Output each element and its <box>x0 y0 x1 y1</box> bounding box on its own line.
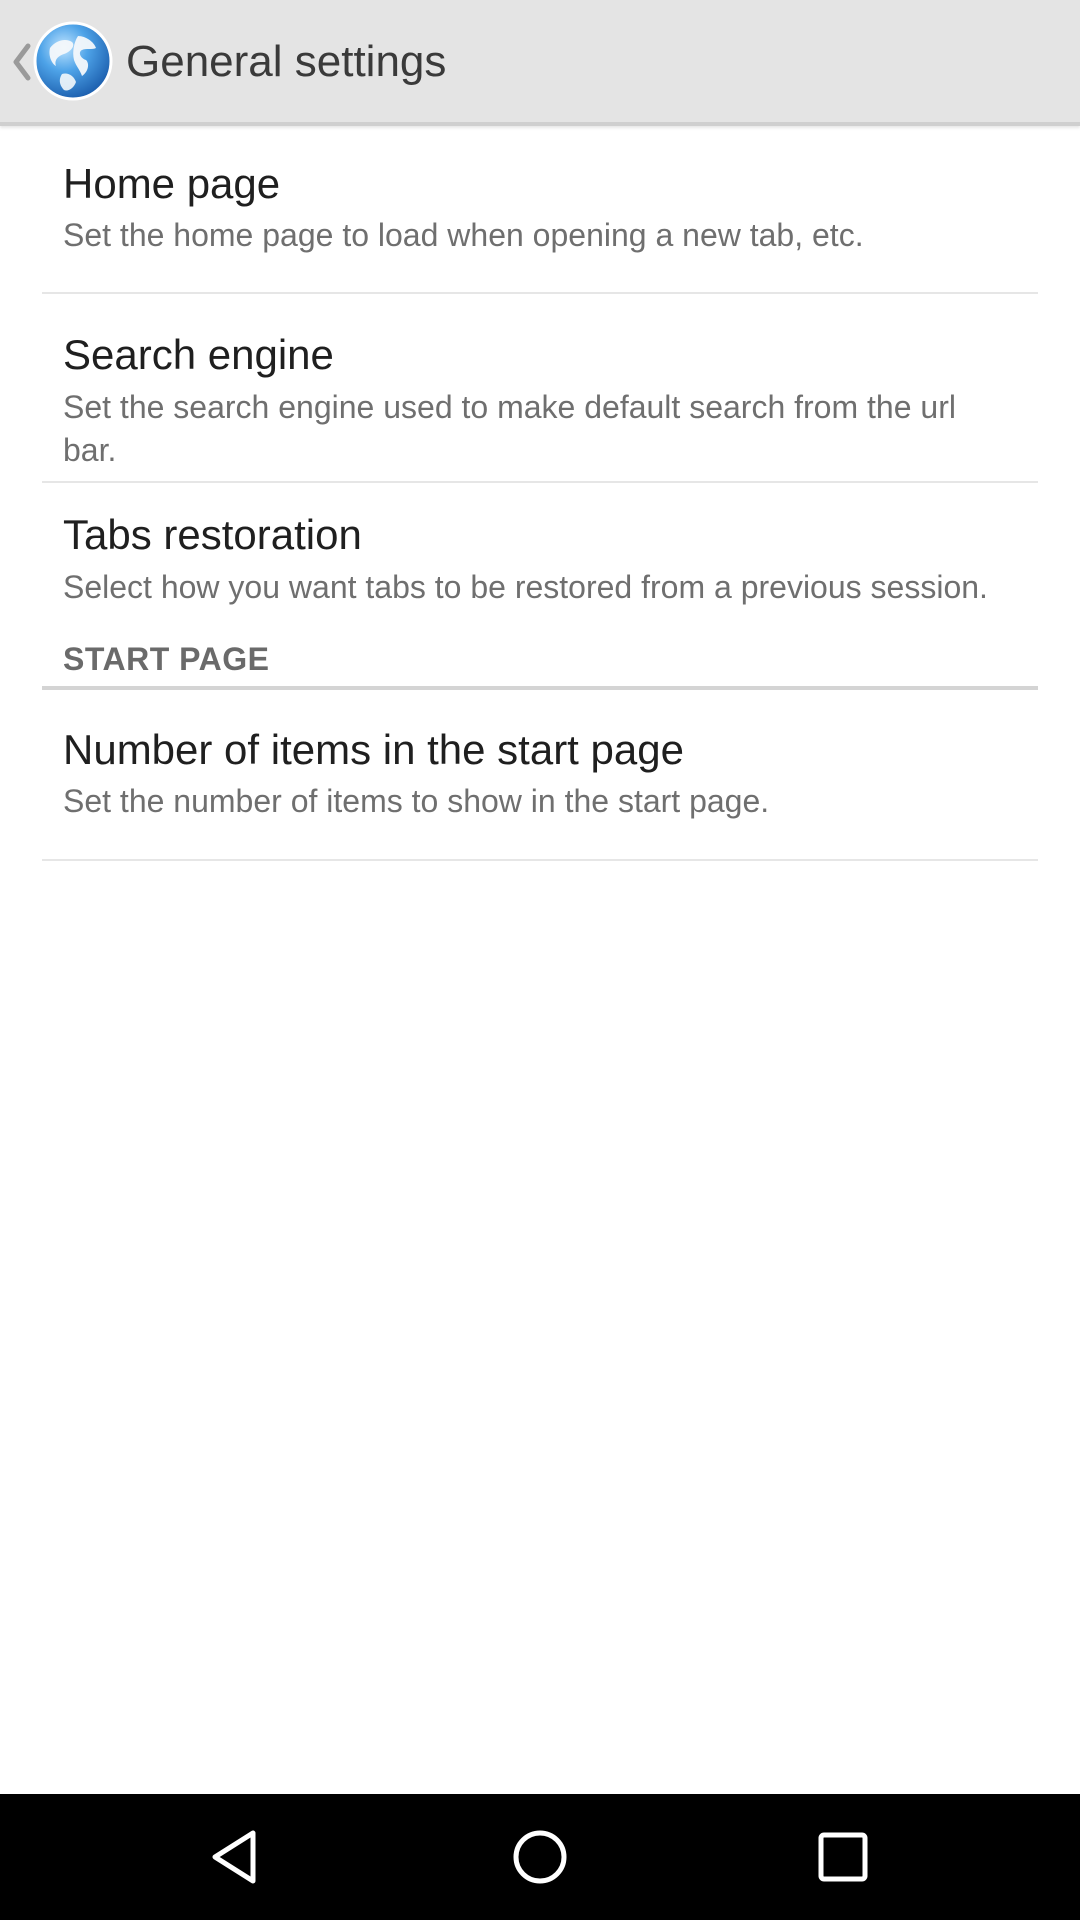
globe-icon <box>33 21 113 101</box>
preference-home-page[interactable]: Home page Set the home page to load when… <box>42 126 1038 294</box>
preferences-list: Home page Set the home page to load when… <box>0 126 1080 861</box>
screen-title: General settings <box>126 37 447 86</box>
action-bar: General settings <box>0 0 1080 126</box>
preference-summary: Set the number of items to show in the s… <box>63 783 770 819</box>
category-start-page: START PAGE <box>42 617 1038 690</box>
system-navigation-bar <box>0 1794 1080 1920</box>
circle-home-icon[interactable] <box>504 1821 576 1893</box>
preference-title: Tabs restoration <box>63 511 362 558</box>
preference-start-page-items[interactable]: Number of items in the start page Set th… <box>42 690 1038 861</box>
preference-summary: Set the home page to load when opening a… <box>63 217 864 253</box>
preference-summary: Select how you want tabs to be restored … <box>63 569 988 605</box>
category-title: START PAGE <box>63 641 270 677</box>
up-navigation-button[interactable] <box>0 0 120 122</box>
triangle-back-icon[interactable] <box>201 1821 273 1893</box>
square-recents-icon[interactable] <box>807 1821 879 1893</box>
settings-screen: General settings Home page Set the home … <box>0 0 1080 1920</box>
preference-tabs-restoration[interactable]: Tabs restoration Select how you want tab… <box>42 483 1038 617</box>
preference-summary: Set the search engine used to make defau… <box>63 389 956 468</box>
preference-search-engine[interactable]: Search engine Set the search engine used… <box>42 294 1038 483</box>
preference-title: Number of items in the start page <box>63 726 684 773</box>
preference-title: Search engine <box>63 331 334 378</box>
preference-title: Home page <box>63 160 281 207</box>
